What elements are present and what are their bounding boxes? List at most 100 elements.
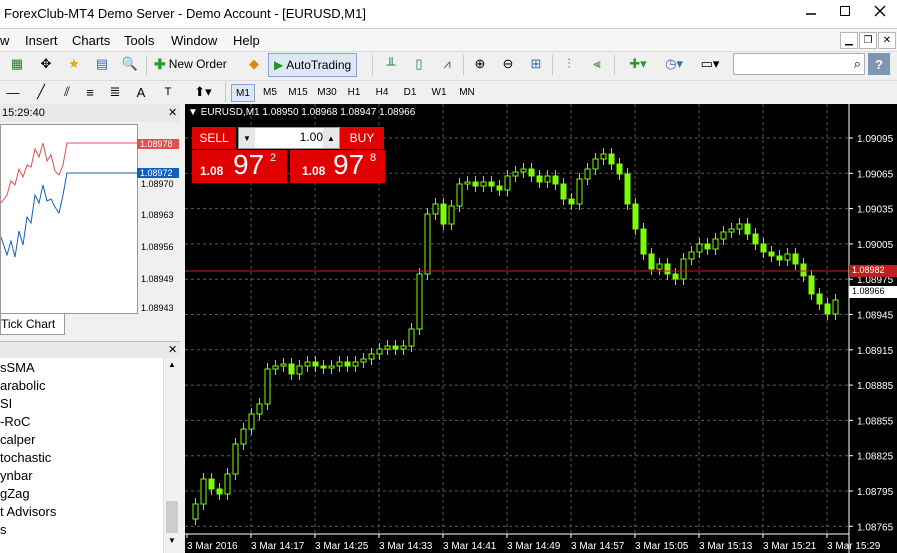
list-item[interactable]: SI — [0, 396, 12, 411]
text-label-button[interactable]: T — [157, 81, 179, 103]
chart-shift-icon: ⫶ — [567, 56, 571, 71]
list-item[interactable]: sSMA — [0, 360, 35, 375]
menu-insert[interactable]: Insert — [25, 33, 58, 48]
arrows-button[interactable]: ⬆▾ — [189, 81, 217, 103]
buy-price-button[interactable]: 1.08 97 8 — [290, 149, 385, 183]
templates-button[interactable]: ▭▾ — [694, 53, 726, 75]
list-item[interactable]: -RoC — [0, 414, 30, 429]
timeframe-h4[interactable]: H4 — [370, 84, 394, 100]
scroll-down-icon[interactable]: ▼ — [166, 536, 178, 548]
candle-body — [760, 243, 767, 253]
candle-body — [192, 503, 199, 520]
data-window-button[interactable]: ▤ — [91, 53, 113, 75]
navigator-button[interactable]: 🔍 — [119, 53, 141, 75]
menu-view[interactable]: w — [0, 33, 9, 48]
new-order-button[interactable]: ✚ New Order — [150, 53, 231, 75]
time-label: 3 Mar 14:25 — [315, 541, 369, 552]
candle-body — [792, 253, 799, 265]
list-item[interactable]: s — [0, 522, 7, 537]
candle-body — [544, 175, 551, 183]
periods-button[interactable]: ◷▾ — [658, 53, 690, 75]
toolbar-separator — [372, 55, 373, 75]
tick-chart-tab[interactable]: Tick Chart — [0, 314, 65, 335]
auto-scroll-button[interactable]: ⫷ — [586, 53, 608, 75]
list-item[interactable]: arabolic — [0, 378, 46, 393]
autotrading-button[interactable]: ▶ AutoTrading — [268, 53, 358, 77]
tick-chart — [0, 124, 138, 314]
text-button[interactable]: A — [130, 81, 152, 103]
help-button[interactable]: ? — [868, 53, 890, 75]
candle-body — [328, 365, 335, 369]
mdi-minimize-button[interactable]: ▁ — [840, 32, 858, 49]
timeframe-m5[interactable]: M5 — [258, 84, 282, 100]
fibonacci-button[interactable]: ≡ — [79, 81, 101, 103]
minimize-button[interactable] — [794, 0, 828, 22]
timeframe-m15[interactable]: M15 — [284, 84, 312, 100]
panel-close-icon[interactable]: ✕ — [168, 106, 177, 119]
list-item[interactable]: gZag — [0, 486, 30, 501]
panel-close-icon[interactable]: ✕ — [168, 343, 177, 356]
list-item[interactable]: t Advisors — [0, 504, 56, 519]
menu-charts[interactable]: Charts — [72, 33, 110, 48]
volume-up-icon[interactable]: ▲ — [323, 128, 339, 148]
timeframe-m30[interactable]: M30 — [313, 84, 341, 100]
indicators-button[interactable]: ✚▾ — [622, 53, 654, 75]
timeframe-mn[interactable]: MN — [454, 84, 480, 100]
candle-body — [808, 275, 815, 295]
price-chart[interactable]: 1.09095 1.09065 1.09035 1.09005 1.08975 1.089… — [185, 104, 897, 553]
horizontal-line-icon: — — [6, 84, 20, 100]
timeframe-d1[interactable]: D1 — [398, 84, 422, 100]
menu-help[interactable]: Help — [233, 33, 260, 48]
candle-body — [576, 178, 583, 205]
candle-body — [248, 413, 255, 430]
scroll-up-icon[interactable]: ▲ — [166, 360, 178, 372]
candle-chart-button[interactable]: ▯ — [408, 53, 430, 75]
tick-bid-line — [0, 172, 137, 258]
zoom-out-icon: ⊖ — [502, 56, 514, 71]
metaeditor-button[interactable]: ◆ — [243, 53, 265, 75]
mdi-restore-button[interactable]: ❐ — [859, 32, 877, 49]
search-input[interactable]: ⌕ — [733, 53, 865, 75]
profiles-button[interactable]: ▦ — [6, 53, 28, 75]
list-item[interactable]: ynbar — [0, 468, 33, 483]
list-item[interactable]: calper — [0, 432, 35, 447]
zoom-in-button[interactable]: ⊕ — [469, 53, 491, 75]
mdi-close-button[interactable]: ✕ — [878, 32, 896, 49]
chart-shift-button[interactable]: ⫶ — [558, 53, 580, 75]
chart-info: ▼ EURUSD,M1 1.08950 1.08968 1.08947 1.08… — [188, 107, 415, 118]
buy-price-sup: 8 — [370, 152, 377, 164]
crosshair-button[interactable]: ✥ — [35, 53, 57, 75]
channel-button[interactable]: ⫽ — [56, 81, 78, 103]
candle-body — [336, 361, 343, 367]
trendline-button[interactable]: ╱ — [30, 81, 52, 103]
line-chart-button[interactable]: ⩘ — [436, 53, 458, 75]
volume-stepper[interactable]: ▼ 1.00 ▲ — [238, 127, 340, 149]
tile-windows-button[interactable]: ⊞ — [525, 53, 547, 75]
candle-body — [496, 185, 503, 191]
market-watch-button[interactable]: ★ — [63, 53, 85, 75]
list-item[interactable]: tochastic — [0, 450, 51, 465]
menu-window[interactable]: Window — [171, 33, 217, 48]
menu-tools[interactable]: Tools — [124, 33, 154, 48]
volume-down-icon[interactable]: ▼ — [239, 128, 255, 148]
timeframe-m1[interactable]: M1 — [231, 84, 255, 102]
volume-value[interactable]: 1.00 — [255, 130, 323, 144]
timeframe-w1[interactable]: W1 — [427, 84, 451, 100]
close-button[interactable] — [862, 0, 897, 22]
sell-price-button[interactable]: 1.08 97 2 — [192, 149, 287, 183]
zoom-out-button[interactable]: ⊖ — [497, 53, 519, 75]
maximize-button[interactable] — [828, 0, 862, 22]
sell-button[interactable]: SELL — [192, 127, 236, 149]
navigator-scrollbar[interactable]: ▲ ▼ — [163, 358, 181, 553]
buy-button[interactable]: BUY — [340, 127, 384, 149]
candle-body — [816, 293, 823, 305]
candle-body — [416, 273, 423, 330]
fibo-fan-button[interactable]: ≣ — [104, 81, 126, 103]
time-label: 3 Mar 15:13 — [699, 541, 753, 552]
bar-chart-button[interactable]: ╨ — [380, 53, 402, 75]
candle-body — [800, 263, 807, 277]
horizontal-line-button[interactable]: — — [2, 81, 24, 103]
scroll-thumb[interactable] — [166, 501, 178, 533]
timeframe-h1[interactable]: H1 — [342, 84, 366, 100]
tick-price-label: 1.08949 — [141, 274, 174, 284]
